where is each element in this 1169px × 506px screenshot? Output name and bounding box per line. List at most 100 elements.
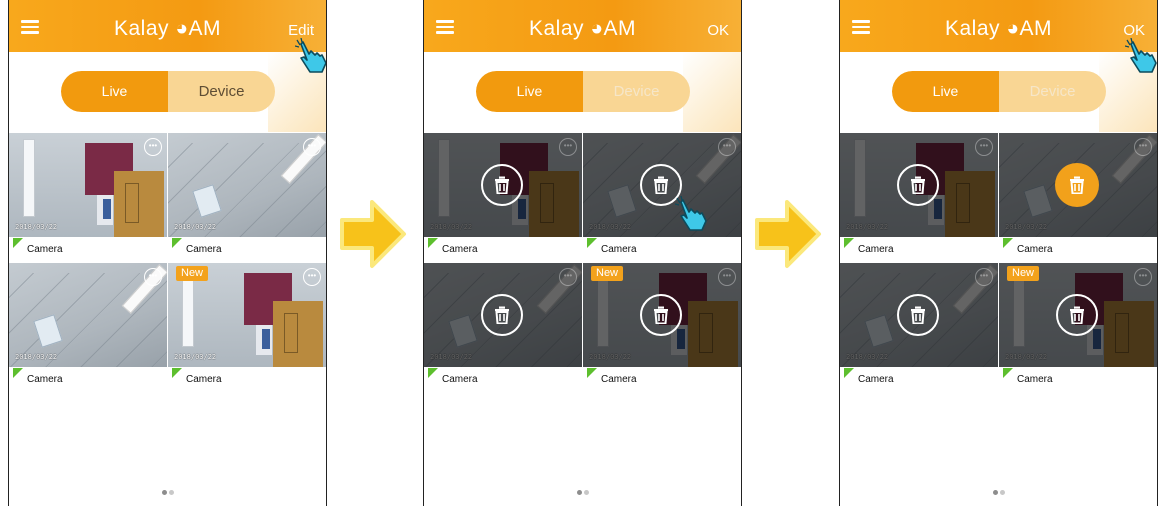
phone-screen-normal-mode: Kalay ◕AM Edit Live Device 2018/03/22 ••…	[8, 0, 327, 506]
page-dot	[999, 490, 1005, 495]
camera-tile: 2018/03/22 •••	[424, 263, 582, 367]
camera-label: Camera	[999, 238, 1157, 258]
camera-tile[interactable]: 2018/03/22 New •••	[168, 263, 326, 367]
camera-name: Camera	[442, 244, 478, 255]
snapshot-timestamp: 2018/03/22	[174, 353, 217, 361]
camera-name: Camera	[1017, 244, 1053, 255]
camera-label: Camera	[168, 238, 326, 258]
more-options-icon[interactable]: •••	[303, 138, 321, 156]
page-indicator	[424, 482, 741, 500]
camera-tile[interactable]: 2018/03/22 •••	[9, 263, 167, 367]
camera-label: Camera	[840, 238, 998, 258]
new-badge: New	[1007, 266, 1040, 281]
snapshot-timestamp: 2018/03/22	[15, 353, 58, 361]
tutorial-stage: Kalay ◕AM Edit Live Device 2018/03/22 ••…	[0, 0, 1169, 506]
delete-camera-button-selected[interactable]	[1055, 163, 1099, 207]
phone-screen-edit-mode: Kalay ◕AM OK Live Device 2018/03/22 ••• …	[423, 0, 742, 506]
delete-camera-button[interactable]	[481, 294, 523, 336]
trash-icon	[911, 176, 925, 194]
camera-label: Camera	[583, 238, 741, 258]
camera-tile[interactable]: 2018/03/22 •••	[168, 133, 326, 237]
more-options-icon: •••	[975, 268, 993, 286]
online-indicator	[844, 368, 854, 378]
new-badge: New	[591, 266, 624, 281]
online-indicator	[172, 368, 182, 378]
right-arrow-icon	[340, 200, 406, 268]
more-options-icon[interactable]: •••	[144, 268, 162, 286]
more-options-icon: •••	[1134, 268, 1152, 286]
page-dot-active	[161, 490, 167, 495]
app-title: Kalay ◕AM	[113, 17, 222, 40]
camera-tile: 2018/03/22 •••	[583, 133, 741, 237]
delete-camera-button[interactable]	[481, 164, 523, 206]
app-title: Kalay ◕AM	[528, 17, 637, 40]
live-device-toggle: Live Device	[892, 71, 1106, 112]
trash-icon	[654, 306, 668, 324]
camera-name: Camera	[858, 374, 894, 385]
delete-camera-button[interactable]	[897, 164, 939, 206]
online-indicator	[428, 238, 438, 248]
more-options-icon: •••	[975, 138, 993, 156]
trash-icon	[495, 176, 509, 194]
camera-name: Camera	[186, 374, 222, 385]
more-options-icon: •••	[718, 138, 736, 156]
camera-label: Camera	[168, 368, 326, 388]
more-options-icon[interactable]: •••	[144, 138, 162, 156]
online-indicator	[587, 238, 597, 248]
camera-tile: 2018/03/22 New •••	[999, 263, 1157, 367]
more-options-icon: •••	[559, 138, 577, 156]
online-indicator	[587, 368, 597, 378]
app-bar: Kalay ◕AM OK	[424, 0, 741, 52]
edit-button[interactable]: Edit	[288, 22, 314, 39]
camera-name: Camera	[601, 374, 637, 385]
page-dot-active	[992, 490, 998, 495]
camera-name: Camera	[27, 244, 63, 255]
live-device-toggle: Live Device	[476, 71, 690, 112]
more-options-icon: •••	[559, 268, 577, 286]
page-dot	[583, 490, 589, 495]
camera-tile: 2018/03/22 •••	[424, 133, 582, 237]
delete-camera-button[interactable]	[640, 294, 682, 336]
camera-name: Camera	[858, 244, 894, 255]
tab-live[interactable]: Live	[61, 71, 168, 112]
right-arrow-icon	[755, 200, 821, 268]
camera-name: Camera	[186, 244, 222, 255]
delete-camera-button[interactable]	[897, 294, 939, 336]
online-indicator	[13, 368, 23, 378]
background-decoration	[683, 52, 741, 132]
online-indicator	[172, 238, 182, 248]
online-indicator	[844, 238, 854, 248]
trash-icon	[495, 306, 509, 324]
pointing-hand-icon	[295, 38, 326, 73]
pointing-hand-icon	[1125, 38, 1157, 73]
live-device-toggle: Live Device	[61, 71, 275, 112]
tab-live[interactable]: Live	[476, 71, 583, 112]
online-indicator	[1003, 238, 1013, 248]
more-options-icon[interactable]: •••	[303, 268, 321, 286]
delete-camera-button[interactable]	[1056, 294, 1098, 336]
ok-button[interactable]: OK	[707, 22, 729, 39]
page-dot-active	[576, 490, 582, 495]
app-bar: Kalay ◕AM OK	[840, 0, 1157, 52]
camera-tile: 2018/03/22 •••	[999, 133, 1157, 237]
phone-screen-delete-selected: Kalay ◕AM OK Live Device 2018/03/22 ••• …	[839, 0, 1158, 506]
page-indicator	[840, 482, 1157, 500]
app-bar: Kalay ◕AM Edit	[9, 0, 326, 52]
snapshot-timestamp: 2018/03/22	[174, 223, 217, 231]
camera-tile[interactable]: 2018/03/22 •••	[9, 133, 167, 237]
camera-label: Camera	[424, 368, 582, 388]
camera-tile: 2018/03/22 •••	[840, 263, 998, 367]
tab-device: Device	[1029, 83, 1076, 100]
trash-icon	[654, 176, 668, 194]
trash-icon	[1070, 176, 1084, 194]
camera-name: Camera	[1017, 374, 1053, 385]
more-options-icon: •••	[718, 268, 736, 286]
camera-name: Camera	[442, 374, 478, 385]
ok-button[interactable]: OK	[1123, 22, 1145, 39]
camera-label: Camera	[583, 368, 741, 388]
camera-name: Camera	[601, 244, 637, 255]
tab-device[interactable]: Device	[168, 71, 275, 112]
snapshot-timestamp: 2018/03/22	[15, 223, 58, 231]
tab-live[interactable]: Live	[892, 71, 999, 112]
app-title: Kalay ◕AM	[944, 17, 1053, 40]
